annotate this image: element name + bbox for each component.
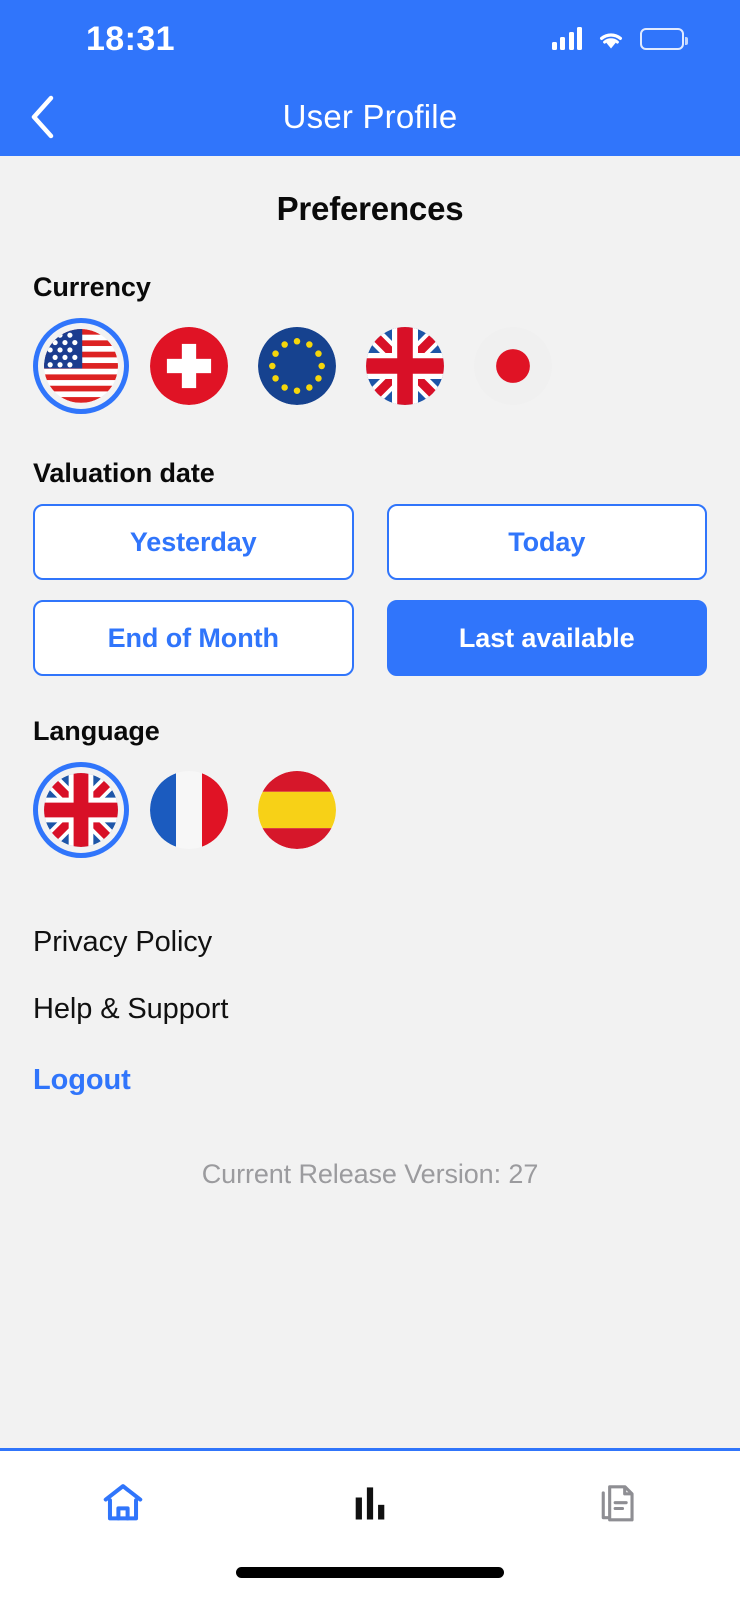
- language-flag-row: [33, 762, 707, 858]
- valuation-option-last-available[interactable]: Last available: [386, 600, 707, 676]
- currency-section-label: Currency: [33, 272, 151, 302]
- language-section-label: Language: [33, 716, 160, 746]
- european-union-flag-icon: [258, 327, 336, 405]
- language-option-en[interactable]: [33, 762, 129, 858]
- valuation-date-options: Yesterday Today End of Month Last availa…: [33, 504, 707, 676]
- tab-charts[interactable]: [247, 1451, 494, 1555]
- status-bar: 18:31: [0, 0, 740, 78]
- currency-option-eur[interactable]: [249, 318, 345, 414]
- valuation-option-end-of-month[interactable]: End of Month: [33, 600, 354, 676]
- tab-documents[interactable]: [493, 1451, 740, 1555]
- logout-button[interactable]: Logout: [33, 1064, 707, 1097]
- currency-option-chf[interactable]: [141, 318, 237, 414]
- privacy-policy-link[interactable]: Privacy Policy: [33, 926, 707, 959]
- back-button[interactable]: [8, 78, 78, 156]
- bottom-tab-bar: [0, 1448, 740, 1600]
- currency-option-jpy[interactable]: [465, 318, 561, 414]
- home-indicator: [236, 1567, 504, 1578]
- japan-flag-icon: [474, 327, 552, 405]
- page-title: User Profile: [282, 98, 458, 135]
- status-bar-clock: 18:31: [86, 19, 175, 58]
- status-bar-icons: [551, 27, 688, 50]
- cellular-signal-icon: [551, 27, 582, 50]
- language-option-es[interactable]: [249, 762, 345, 858]
- valuation-option-yesterday[interactable]: Yesterday: [33, 504, 354, 580]
- united-kingdom-flag-icon: [44, 773, 118, 847]
- wifi-icon: [596, 28, 626, 50]
- united-kingdom-flag-icon: [366, 327, 444, 405]
- valuation-date-section-label: Valuation date: [33, 458, 215, 488]
- preferences-heading: Preferences: [276, 190, 464, 227]
- language-option-fr[interactable]: [141, 762, 237, 858]
- currency-flag-row: [33, 318, 707, 414]
- links-section: Privacy Policy Help & Support Logout: [33, 926, 707, 1097]
- phone-screen: 18:31 User Profile Preferences Currency …: [0, 0, 740, 1600]
- documents-icon: [601, 1485, 634, 1522]
- spain-flag-icon: [258, 771, 336, 849]
- chevron-left-icon: [31, 95, 54, 139]
- united-states-flag-icon: [44, 329, 118, 403]
- currency-option-gbp[interactable]: [357, 318, 453, 414]
- france-flag-icon: [150, 771, 228, 849]
- currency-option-usd[interactable]: [33, 318, 129, 414]
- valuation-option-today[interactable]: Today: [386, 504, 707, 580]
- switzerland-flag-icon: [150, 327, 228, 405]
- home-icon: [104, 1484, 143, 1521]
- battery-icon: [640, 28, 688, 50]
- bar-chart-icon: [355, 1487, 385, 1520]
- tab-home[interactable]: [0, 1451, 247, 1555]
- main-content: Preferences Currency Valuation date Yest…: [0, 190, 740, 1190]
- release-version-text: Current Release Version: 27: [201, 1159, 539, 1189]
- help-support-link[interactable]: Help & Support: [33, 993, 707, 1026]
- navigation-bar: User Profile: [0, 78, 740, 156]
